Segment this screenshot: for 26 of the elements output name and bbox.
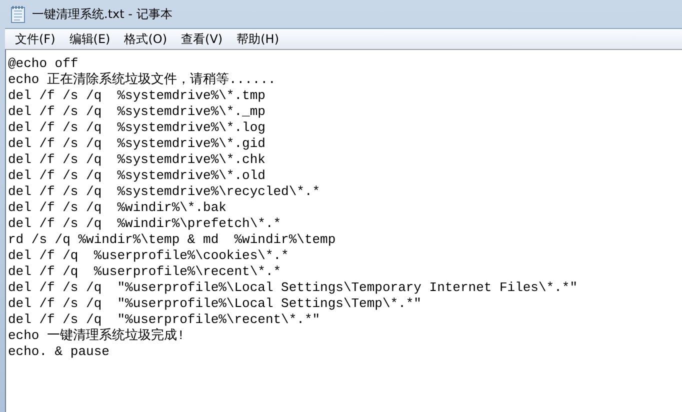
text-line: echo 正在清除系统垃圾文件，请稍等...... bbox=[8, 72, 277, 88]
text-line: echo 一键清理系统垃圾完成! bbox=[8, 328, 186, 344]
menu-item[interactable]: 格式(O) bbox=[118, 30, 176, 48]
menu-item[interactable]: 查看(V) bbox=[175, 30, 231, 48]
menu-item[interactable]: 文件(F) bbox=[9, 30, 64, 48]
window-title: 一键清理系统.txt - 记事本 bbox=[32, 6, 172, 22]
text-line: del /f /s /q %systemdrive%\*.old bbox=[8, 168, 266, 184]
text-line: del /f /s /q "%userprofile%\Local Settings\Temp\*.*" bbox=[8, 296, 422, 312]
text-line: del /f /s /q %systemdrive%\*._mp bbox=[8, 104, 266, 120]
text-line: del /f /s /q "%userprofile%\recent\*.*" bbox=[8, 312, 322, 328]
text-line: del /f /s /q %systemdrive%\recycled\*.* bbox=[8, 184, 322, 200]
text-line: del /f /s /q "%userprofile%\Local Settings\Temporary Internet Files\*.*" bbox=[8, 280, 578, 296]
text-line: del /f /s /q %systemdrive%\*.gid bbox=[8, 136, 266, 152]
text-line: del /f /s /q %systemdrive%\*.tmp bbox=[8, 88, 266, 104]
text-line: del /f /s /q %windir%\prefetch\*.* bbox=[8, 216, 282, 232]
notepad-icon bbox=[10, 5, 26, 23]
menu-item[interactable]: 编辑(E) bbox=[63, 30, 118, 48]
text-line: echo. & pause bbox=[8, 344, 110, 360]
text-line: del /f /q %userprofile%\cookies\*.* bbox=[8, 248, 290, 264]
text-line: del /f /s /q %systemdrive%\*.log bbox=[8, 120, 266, 136]
text-line: del /f /q %userprofile%\recent\*.* bbox=[8, 264, 282, 280]
text-line: del /f /s /q %systemdrive%\*.chk bbox=[8, 152, 266, 168]
text-line: @echo off bbox=[8, 56, 80, 72]
text-line: del /f /s /q %windir%\*.bak bbox=[8, 200, 228, 216]
text-line: rd /s /q %windir%\temp & md %windir%\temp bbox=[8, 232, 337, 248]
menu-item[interactable]: 帮助(H) bbox=[230, 30, 287, 48]
